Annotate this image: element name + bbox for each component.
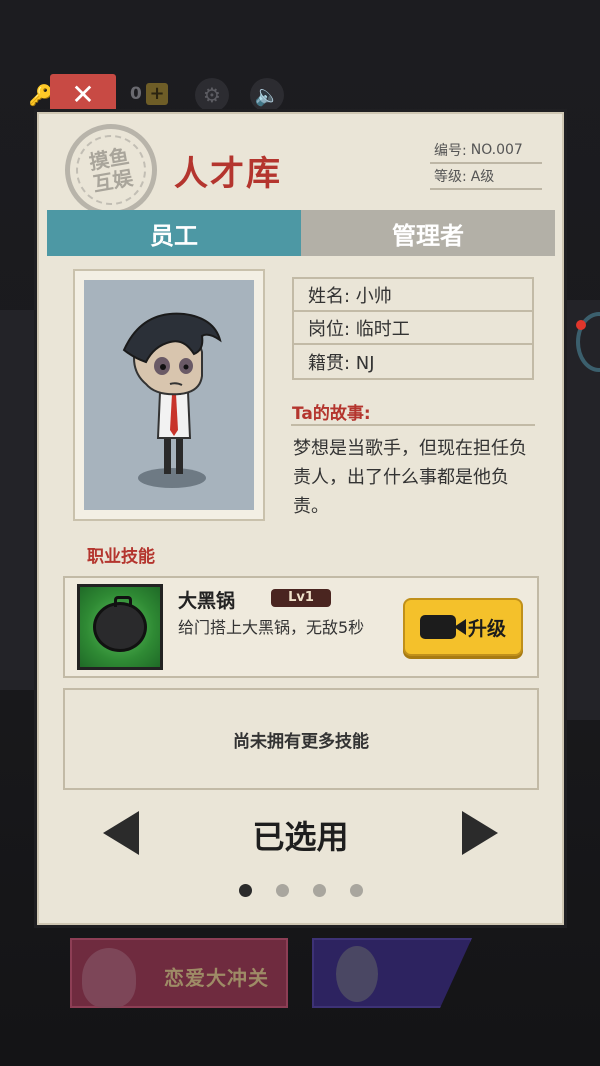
character-face-icon [82, 948, 136, 1008]
tab-manager[interactable]: 管理者 [301, 210, 555, 256]
skill-card: 大黑锅 Lv1 给门搭上大黑锅，无敌5秒 升级 [63, 576, 539, 678]
origin-field: 籍贯: NJ [308, 352, 375, 374]
character-portrait [84, 280, 254, 510]
love-challenge-card[interactable]: 恋爱大冲关 [70, 938, 288, 1008]
grade-key: 等级: [434, 169, 467, 185]
skills-title: 职业技能 [87, 547, 155, 567]
black-wok-icon [77, 584, 163, 670]
story-divider [291, 424, 535, 426]
position-field: 岗位: 临时工 [294, 312, 532, 345]
tab-bar: 员工 管理者 [47, 210, 555, 256]
character-illustration [122, 312, 222, 488]
profile-fields: 姓名: 小帅 岗位: 临时工 籍贯: NJ [292, 277, 534, 380]
upgrade-label: 升级 [467, 617, 506, 640]
portrait-frame [73, 269, 265, 521]
bottom-cards: 恋爱大冲关 [0, 938, 600, 1010]
gear-icon[interactable]: ⚙ [195, 78, 229, 112]
page-indicator [39, 884, 562, 897]
number-row: 编号: NO.007 [430, 138, 542, 164]
name-field: 姓名: 小帅 [294, 279, 532, 312]
sound-icon[interactable]: 🔈 [250, 78, 284, 112]
love-challenge-label: 恋爱大冲关 [164, 966, 269, 990]
background-wall-left [0, 310, 40, 690]
coin-count: 0 [130, 84, 142, 104]
skill-description: 给门搭上大黑锅，无敌5秒 [178, 618, 365, 637]
story-text: 梦想是当歌手，但现在担任负责人，出了什么事都是他负责。 [293, 438, 527, 517]
purple-character-card[interactable] [312, 938, 472, 1008]
upgrade-button[interactable]: 升级 [403, 598, 523, 656]
page-dot[interactable] [349, 884, 363, 897]
talent-pool-panel: 摸鱼互娱 人才库 编号: NO.007 等级: A级 员工 管理者 姓名: 小帅… [37, 112, 564, 925]
no-more-skills-box: 尚未拥有更多技能 [63, 688, 539, 790]
add-coin-button[interactable]: + [146, 83, 168, 105]
number-key: 编号: [434, 143, 467, 159]
grade-value: A级 [470, 169, 495, 185]
tab-employee[interactable]: 员工 [47, 210, 301, 256]
page-title: 人才库 [174, 154, 282, 194]
page-dot[interactable] [275, 884, 289, 897]
notification-dot-icon [576, 320, 586, 330]
number-value: NO.007 [470, 142, 523, 158]
skill-name: 大黑锅 [178, 590, 236, 612]
grade-row: 等级: A级 [430, 164, 542, 190]
skill-level-badge: Lv1 [271, 589, 331, 607]
video-icon [419, 615, 466, 639]
close-button[interactable]: ✕ [50, 74, 116, 114]
info-box: 编号: NO.007 等级: A级 [430, 138, 542, 190]
page-dot[interactable] [238, 884, 252, 897]
company-stamp-logo: 摸鱼互娱 [57, 116, 165, 224]
character-face-icon [336, 946, 378, 1002]
story-title: Ta的故事: [292, 404, 371, 424]
page-dot[interactable] [312, 884, 326, 897]
next-arrow-icon[interactable] [462, 811, 498, 855]
